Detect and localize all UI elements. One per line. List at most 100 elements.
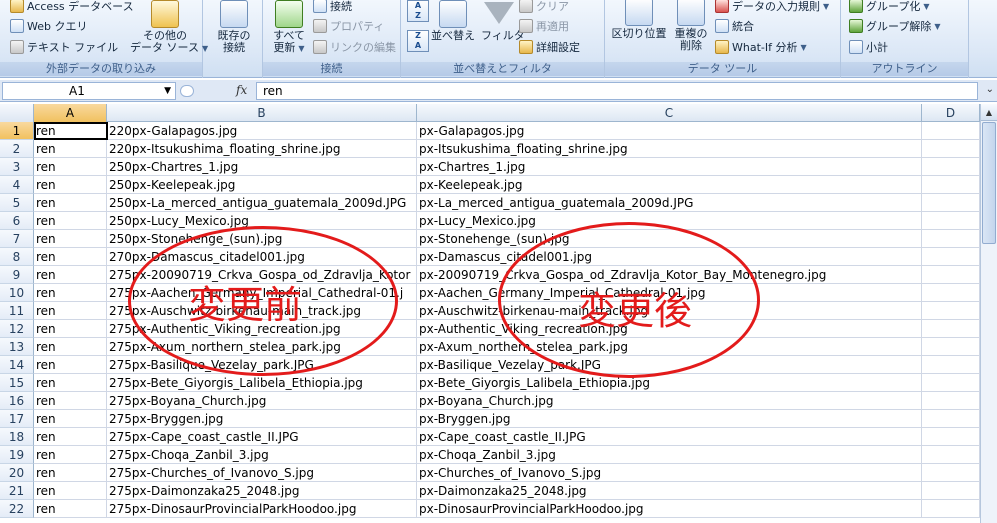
column-header-c[interactable]: C bbox=[417, 104, 922, 122]
cell-c[interactable]: px-Keelepeak.jpg bbox=[417, 176, 922, 194]
cell-b[interactable]: 220px-Itsukushima_floating_shrine.jpg bbox=[107, 140, 417, 158]
cell-b[interactable]: 250px-Chartres_1.jpg bbox=[107, 158, 417, 176]
cell-d[interactable] bbox=[922, 500, 980, 518]
cell-b[interactable]: 250px-La_merced_antigua_guatemala_2009d.… bbox=[107, 194, 417, 212]
cell-c[interactable]: px-Itsukushima_floating_shrine.jpg bbox=[417, 140, 922, 158]
cell-d[interactable] bbox=[922, 248, 980, 266]
cell-a[interactable]: ren bbox=[34, 410, 107, 428]
cell-d[interactable] bbox=[922, 230, 980, 248]
cell-a[interactable]: ren bbox=[34, 464, 107, 482]
web-query-button[interactable]: Web クエリ bbox=[10, 17, 87, 35]
row-header[interactable]: 6 bbox=[0, 212, 34, 230]
cell-d[interactable] bbox=[922, 302, 980, 320]
cell-d[interactable] bbox=[922, 338, 980, 356]
cell-b[interactable]: 220px-Galapagos.jpg bbox=[107, 122, 417, 140]
column-header-a[interactable]: A bbox=[34, 104, 107, 122]
whatif-button[interactable]: What-If 分析 ▼ bbox=[715, 38, 807, 56]
existing-connections-button[interactable]: 既存の 接続 bbox=[209, 0, 259, 54]
cell-b[interactable]: 275px-DinosaurProvincialParkHoodoo.jpg bbox=[107, 500, 417, 518]
cell-a[interactable]: ren bbox=[34, 122, 107, 140]
cell-c[interactable]: px-Daimonzaka25_2048.jpg bbox=[417, 482, 922, 500]
reapply-button[interactable]: 再適用 bbox=[519, 17, 569, 35]
access-button[interactable]: Access データベース bbox=[10, 0, 134, 15]
select-all-corner[interactable] bbox=[0, 104, 34, 122]
row-header[interactable]: 8 bbox=[0, 248, 34, 266]
cell-a[interactable]: ren bbox=[34, 212, 107, 230]
cell-c[interactable]: px-Basilique_Vezelay_park.JPG bbox=[417, 356, 922, 374]
cell-a[interactable]: ren bbox=[34, 356, 107, 374]
clear-button[interactable]: クリア bbox=[519, 0, 569, 15]
cell-a[interactable]: ren bbox=[34, 302, 107, 320]
cell-a[interactable]: ren bbox=[34, 248, 107, 266]
cell-a[interactable]: ren bbox=[34, 500, 107, 518]
cell-b[interactable]: 275px-Churches_of_Ivanovo_S.jpg bbox=[107, 464, 417, 482]
row-header[interactable]: 16 bbox=[0, 392, 34, 410]
row-header[interactable]: 4 bbox=[0, 176, 34, 194]
cell-c[interactable]: px-La_merced_antigua_guatemala_2009d.JPG bbox=[417, 194, 922, 212]
cell-a[interactable]: ren bbox=[34, 230, 107, 248]
cell-a[interactable]: ren bbox=[34, 194, 107, 212]
cell-c[interactable]: px-Axum_northern_stelea_park.jpg bbox=[417, 338, 922, 356]
row-header[interactable]: 21 bbox=[0, 482, 34, 500]
cell-c[interactable]: px-Boyana_Church.jpg bbox=[417, 392, 922, 410]
cell-b[interactable]: 275px-Axum_northern_stelea_park.jpg bbox=[107, 338, 417, 356]
row-header[interactable]: 13 bbox=[0, 338, 34, 356]
cell-d[interactable] bbox=[922, 392, 980, 410]
cell-a[interactable]: ren bbox=[34, 266, 107, 284]
consolidate-button[interactable]: 統合 bbox=[715, 17, 754, 35]
name-box[interactable]: A1 ▼ bbox=[2, 82, 176, 100]
group-button[interactable]: グループ化 ▼ bbox=[849, 0, 930, 15]
text-file-button[interactable]: テキスト ファイル bbox=[10, 38, 118, 56]
cell-d[interactable] bbox=[922, 122, 980, 140]
cell-c[interactable]: px-Churches_of_Ivanovo_S.jpg bbox=[417, 464, 922, 482]
data-validation-button[interactable]: データの入力規則 ▼ bbox=[715, 0, 829, 15]
ungroup-button[interactable]: グループ解除 ▼ bbox=[849, 17, 941, 35]
cell-c[interactable]: px-Auschwitz-birkenau-main_track.jpg bbox=[417, 302, 922, 320]
other-sources-button[interactable]: その他の データ ソース ▼ bbox=[130, 0, 208, 55]
cell-a[interactable]: ren bbox=[34, 482, 107, 500]
resize-handle-icon[interactable] bbox=[180, 85, 194, 97]
expand-formula-icon[interactable]: ⌄ bbox=[986, 84, 994, 95]
cell-d[interactable] bbox=[922, 464, 980, 482]
row-header[interactable]: 15 bbox=[0, 374, 34, 392]
cell-b[interactable]: 275px-20090719_Crkva_Gospa_od_Zdravlja_K… bbox=[107, 266, 417, 284]
cell-d[interactable] bbox=[922, 482, 980, 500]
cell-c[interactable]: px-Bete_Giyorgis_Lalibela_Ethiopia.jpg bbox=[417, 374, 922, 392]
filter-button[interactable]: フィルタ bbox=[481, 0, 525, 42]
cell-a[interactable]: ren bbox=[34, 338, 107, 356]
row-header[interactable]: 20 bbox=[0, 464, 34, 482]
row-header[interactable]: 1 bbox=[0, 122, 34, 140]
row-header[interactable]: 12 bbox=[0, 320, 34, 338]
cell-d[interactable] bbox=[922, 374, 980, 392]
cell-b[interactable]: 275px-Bryggen.jpg bbox=[107, 410, 417, 428]
formula-input[interactable]: ren bbox=[256, 82, 978, 100]
cell-a[interactable]: ren bbox=[34, 374, 107, 392]
row-header[interactable]: 18 bbox=[0, 428, 34, 446]
row-header[interactable]: 9 bbox=[0, 266, 34, 284]
cell-c[interactable]: px-Aachen_Germany_Imperial_Cathedral-01.… bbox=[417, 284, 922, 302]
cell-a[interactable]: ren bbox=[34, 320, 107, 338]
subtotal-button[interactable]: 小計 bbox=[849, 38, 888, 56]
row-header[interactable]: 14 bbox=[0, 356, 34, 374]
cell-d[interactable] bbox=[922, 446, 980, 464]
cell-d[interactable] bbox=[922, 428, 980, 446]
cell-b[interactable]: 275px-Boyana_Church.jpg bbox=[107, 392, 417, 410]
chevron-down-icon[interactable]: ▼ bbox=[164, 83, 171, 99]
cell-b[interactable]: 275px-Aachen_Germany_Imperial_Cathedral-… bbox=[107, 284, 417, 302]
sort-ascending-button[interactable]: AZ bbox=[407, 0, 429, 22]
cell-d[interactable] bbox=[922, 158, 980, 176]
cell-a[interactable]: ren bbox=[34, 428, 107, 446]
cell-b[interactable]: 275px-Cape_coast_castle_II.JPG bbox=[107, 428, 417, 446]
cell-c[interactable]: px-Stonehenge_(sun).jpg bbox=[417, 230, 922, 248]
cell-c[interactable]: px-DinosaurProvincialParkHoodoo.jpg bbox=[417, 500, 922, 518]
vertical-scrollbar[interactable]: ▲ bbox=[980, 104, 997, 523]
advanced-filter-button[interactable]: 詳細設定 bbox=[519, 38, 580, 56]
cell-c[interactable]: px-Bryggen.jpg bbox=[417, 410, 922, 428]
column-header-d[interactable]: D bbox=[922, 104, 980, 122]
cell-d[interactable] bbox=[922, 212, 980, 230]
cell-b[interactable]: 275px-Bete_Giyorgis_Lalibela_Ethiopia.jp… bbox=[107, 374, 417, 392]
cell-c[interactable]: px-Chartres_1.jpg bbox=[417, 158, 922, 176]
cell-b[interactable]: 275px-Daimonzaka25_2048.jpg bbox=[107, 482, 417, 500]
cell-b[interactable]: 275px-Basilique_Vezelay_park.JPG bbox=[107, 356, 417, 374]
cell-d[interactable] bbox=[922, 140, 980, 158]
